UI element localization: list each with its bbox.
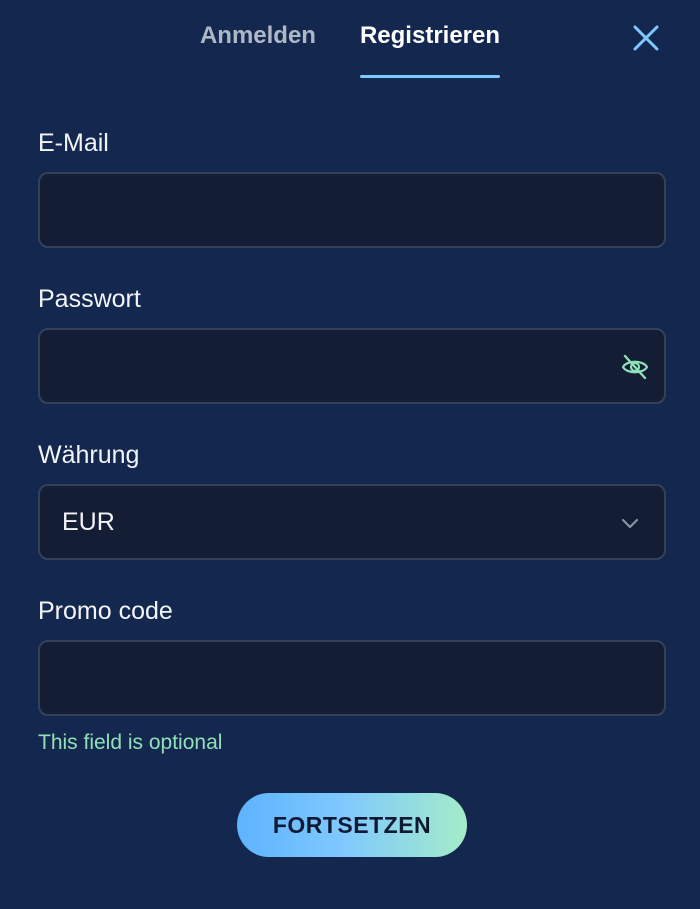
password-visibility-toggle[interactable] — [620, 352, 650, 382]
email-field-wrapper — [38, 172, 666, 248]
currency-selected-value: EUR — [62, 508, 115, 536]
promo-code-label: Promo code — [38, 597, 173, 625]
tab-register[interactable]: Registrieren — [359, 22, 501, 78]
tab-login[interactable]: Anmelden — [200, 22, 316, 78]
close-button[interactable] — [630, 22, 662, 54]
registration-modal: Anmelden Registrieren E-Mail Passwort Wä… — [0, 0, 700, 909]
password-label: Passwort — [38, 285, 141, 313]
eye-off-icon — [621, 354, 649, 380]
promo-code-field[interactable] — [40, 642, 664, 714]
promo-code-field-wrapper — [38, 640, 666, 716]
close-icon — [633, 25, 659, 51]
password-field-wrapper — [38, 328, 666, 404]
email-label: E-Mail — [38, 129, 109, 157]
auth-tabs: Anmelden Registrieren — [0, 22, 700, 78]
currency-label: Währung — [38, 441, 140, 469]
currency-select[interactable]: EUR — [38, 484, 666, 560]
continue-button[interactable]: FORTSETZEN — [237, 793, 467, 857]
email-field[interactable] — [40, 174, 664, 246]
chevron-down-icon — [621, 518, 639, 529]
promo-code-hint: This field is optional — [38, 731, 223, 754]
registration-form: E-Mail Passwort Währung EUR Promo code T… — [38, 126, 666, 758]
password-field[interactable] — [40, 330, 664, 402]
